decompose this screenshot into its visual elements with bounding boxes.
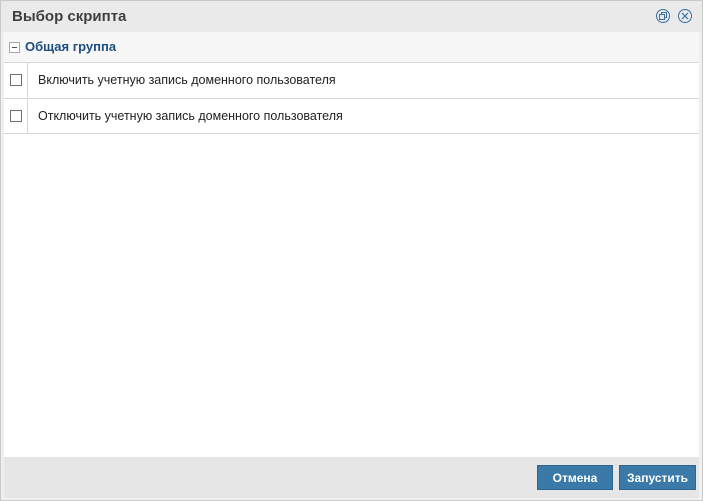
- script-selection-dialog: Выбор скрипта Общая группа Включить учет…: [0, 0, 703, 501]
- cancel-button[interactable]: Отмена: [537, 465, 613, 490]
- close-icon: [681, 12, 689, 20]
- checkbox-cell: [4, 63, 28, 97]
- list-item[interactable]: Включить учетную запись доменного пользо…: [4, 62, 699, 97]
- collapse-icon[interactable]: [9, 42, 20, 53]
- dialog-titlebar[interactable]: Выбор скрипта: [1, 1, 702, 32]
- dialog-title: Выбор скрипта: [12, 8, 127, 25]
- item-checkbox[interactable]: [10, 74, 22, 86]
- item-checkbox[interactable]: [10, 110, 22, 122]
- close-button[interactable]: [678, 9, 692, 23]
- list-item[interactable]: Отключить учетную запись доменного польз…: [4, 98, 699, 134]
- group-label: Общая группа: [25, 39, 117, 54]
- group-header[interactable]: Общая группа: [4, 32, 699, 62]
- checkbox-cell: [4, 99, 28, 133]
- run-button[interactable]: Запустить: [619, 465, 696, 490]
- restore-button[interactable]: [656, 9, 670, 23]
- item-label[interactable]: Включить учетную запись доменного пользо…: [38, 73, 336, 87]
- script-list: Общая группа Включить учетную запись дом…: [4, 32, 699, 457]
- item-label[interactable]: Отключить учетную запись доменного польз…: [38, 109, 343, 123]
- dialog-footer: Отмена Запустить: [4, 457, 699, 498]
- restore-icon: [659, 12, 667, 20]
